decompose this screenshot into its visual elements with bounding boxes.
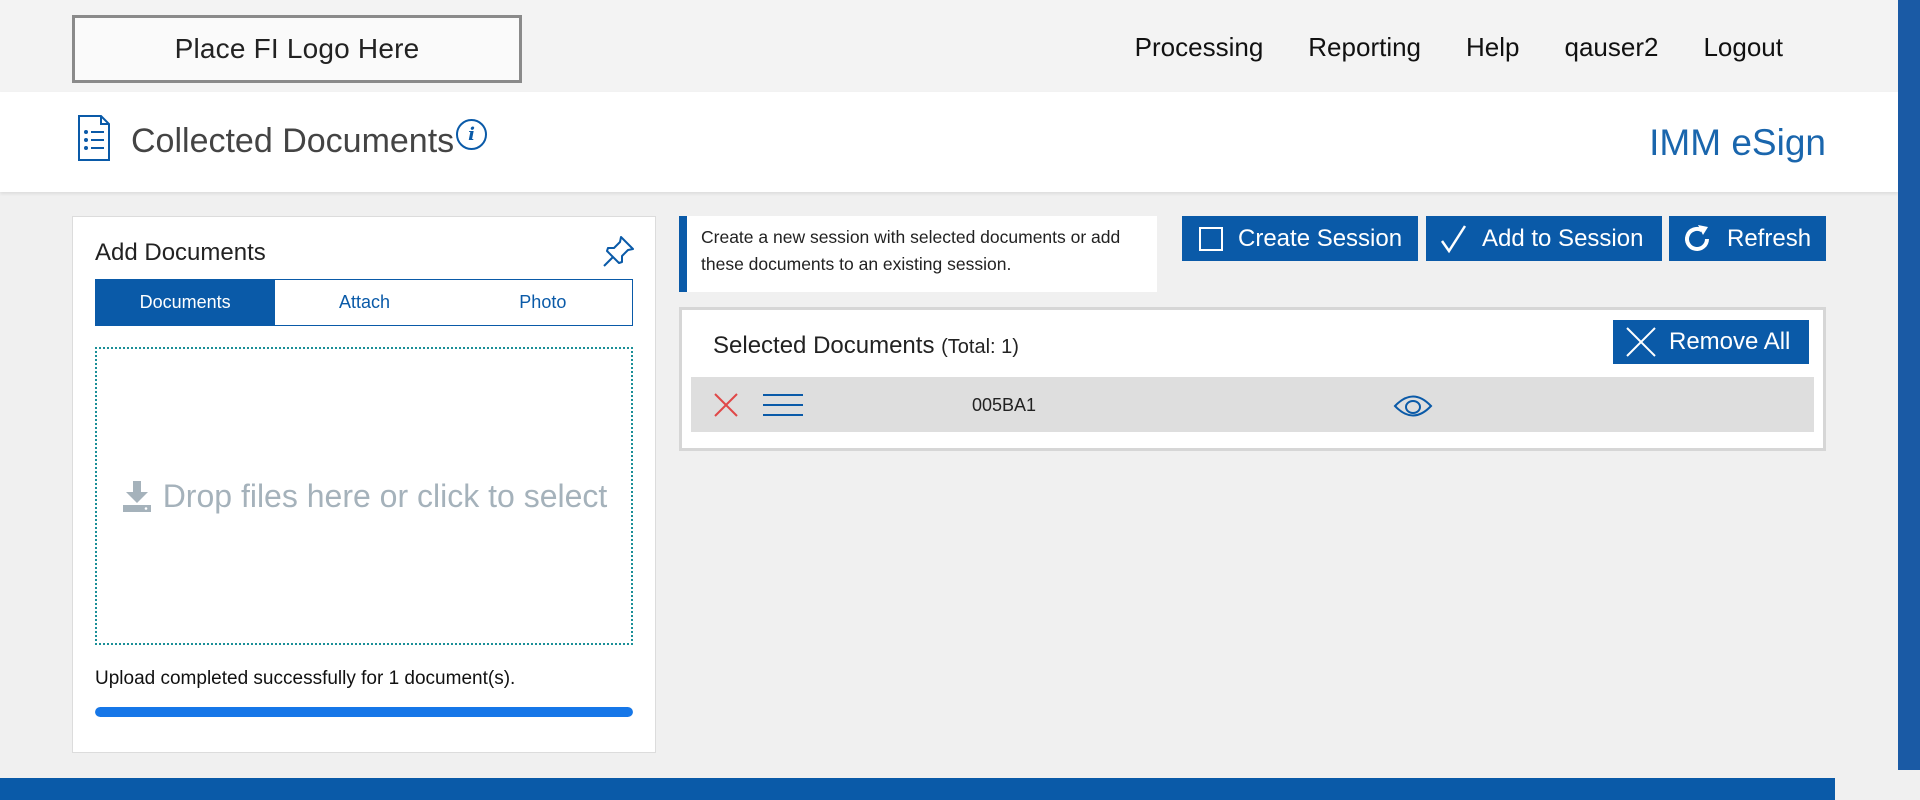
nav-user[interactable]: qauser2 bbox=[1565, 32, 1659, 63]
nav-help[interactable]: Help bbox=[1466, 32, 1519, 63]
upload-progress-bar bbox=[95, 707, 633, 717]
pin-icon[interactable] bbox=[601, 233, 637, 269]
top-bar: Place FI Logo Here Processing Reporting … bbox=[0, 0, 1898, 92]
remove-all-label: Remove All bbox=[1669, 328, 1791, 355]
file-dropzone[interactable]: Drop files here or click to select bbox=[95, 347, 633, 645]
nav-processing[interactable]: Processing bbox=[1135, 32, 1264, 63]
table-row: 005BA1 bbox=[691, 377, 1814, 432]
selected-total: (Total: 1) bbox=[941, 336, 1019, 358]
info-icon[interactable]: i bbox=[456, 119, 487, 150]
create-session-label: Create Session bbox=[1238, 224, 1403, 252]
selected-title-text: Selected Documents bbox=[713, 332, 935, 359]
remove-document-icon[interactable] bbox=[713, 392, 739, 418]
tab-photo[interactable]: Photo bbox=[453, 280, 632, 325]
top-nav: Processing Reporting Help qauser2 Logout bbox=[1090, 32, 1783, 63]
selected-documents-title: Selected Documents (Total: 1) bbox=[713, 332, 1019, 360]
download-icon bbox=[122, 481, 151, 512]
session-hint: Create a new session with selected docum… bbox=[679, 216, 1157, 292]
checkmark-icon bbox=[1440, 224, 1467, 253]
remove-all-button[interactable]: Remove All bbox=[1613, 320, 1809, 364]
refresh-label: Refresh bbox=[1727, 224, 1812, 252]
refresh-button[interactable]: Refresh bbox=[1669, 216, 1826, 261]
refresh-icon bbox=[1685, 224, 1709, 251]
close-icon bbox=[1626, 327, 1656, 357]
vertical-scrollbar[interactable] bbox=[1898, 0, 1920, 770]
dropzone-text: Drop files here or click to select bbox=[162, 477, 608, 514]
brand-name: IMM eSign bbox=[1649, 122, 1826, 163]
add-to-session-button[interactable]: Add to Session bbox=[1426, 216, 1662, 261]
add-to-session-label: Add to Session bbox=[1482, 224, 1644, 252]
tab-documents[interactable]: Documents bbox=[96, 280, 275, 325]
upload-progress-fill bbox=[95, 707, 633, 717]
page: Place FI Logo Here Processing Reporting … bbox=[0, 0, 1920, 800]
checkbox-icon bbox=[1199, 226, 1223, 251]
logo: Place FI Logo Here bbox=[72, 15, 522, 83]
upload-tabs: Documents Attach Photo bbox=[95, 279, 633, 326]
nav-logout[interactable]: Logout bbox=[1703, 32, 1783, 63]
selected-documents-panel: Selected Documents (Total: 1) Remove All… bbox=[679, 307, 1826, 451]
hamburger-icon[interactable] bbox=[763, 393, 803, 417]
panel-title: Add Documents bbox=[95, 239, 266, 266]
create-session-button[interactable]: Create Session bbox=[1182, 216, 1418, 261]
upload-status: Upload completed successfully for 1 docu… bbox=[95, 668, 516, 689]
eye-icon[interactable] bbox=[1393, 393, 1433, 419]
document-name: 005BA1 bbox=[972, 395, 1037, 415]
add-documents-panel: Add Documents Documents Attach Photo Dro… bbox=[72, 216, 656, 753]
tab-attach[interactable]: Attach bbox=[274, 280, 454, 325]
document-list-icon bbox=[78, 115, 110, 161]
footer-bar bbox=[0, 778, 1835, 800]
nav-reporting[interactable]: Reporting bbox=[1308, 32, 1421, 63]
page-title: Collected Documents bbox=[131, 122, 455, 160]
